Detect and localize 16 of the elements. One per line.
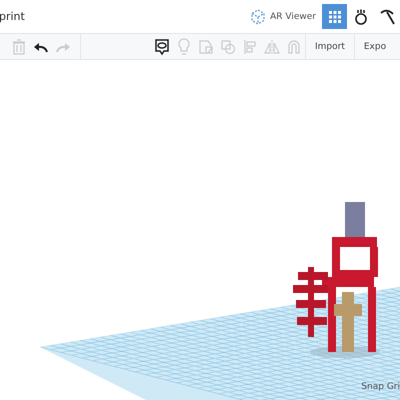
ungroup-icon xyxy=(220,38,236,54)
design-title: print xyxy=(0,10,25,23)
align-icon xyxy=(243,38,257,54)
note-icon xyxy=(154,38,170,56)
ar-viewer-button[interactable]: AR Viewer xyxy=(245,8,320,26)
pickaxe-icon xyxy=(378,8,396,26)
trash-icon xyxy=(12,38,26,54)
magnet-icon xyxy=(286,38,302,54)
cube-icon xyxy=(249,8,268,26)
toolbar-button[interactable]: Import xyxy=(305,34,354,59)
group-icon xyxy=(198,38,214,54)
mirror-icon xyxy=(264,38,280,54)
toolbar-button[interactable]: Expo xyxy=(354,34,396,59)
bulb-icon xyxy=(177,38,191,56)
grid-icon xyxy=(328,10,342,24)
snap-grid-label: Snap Gri xyxy=(361,382,400,392)
